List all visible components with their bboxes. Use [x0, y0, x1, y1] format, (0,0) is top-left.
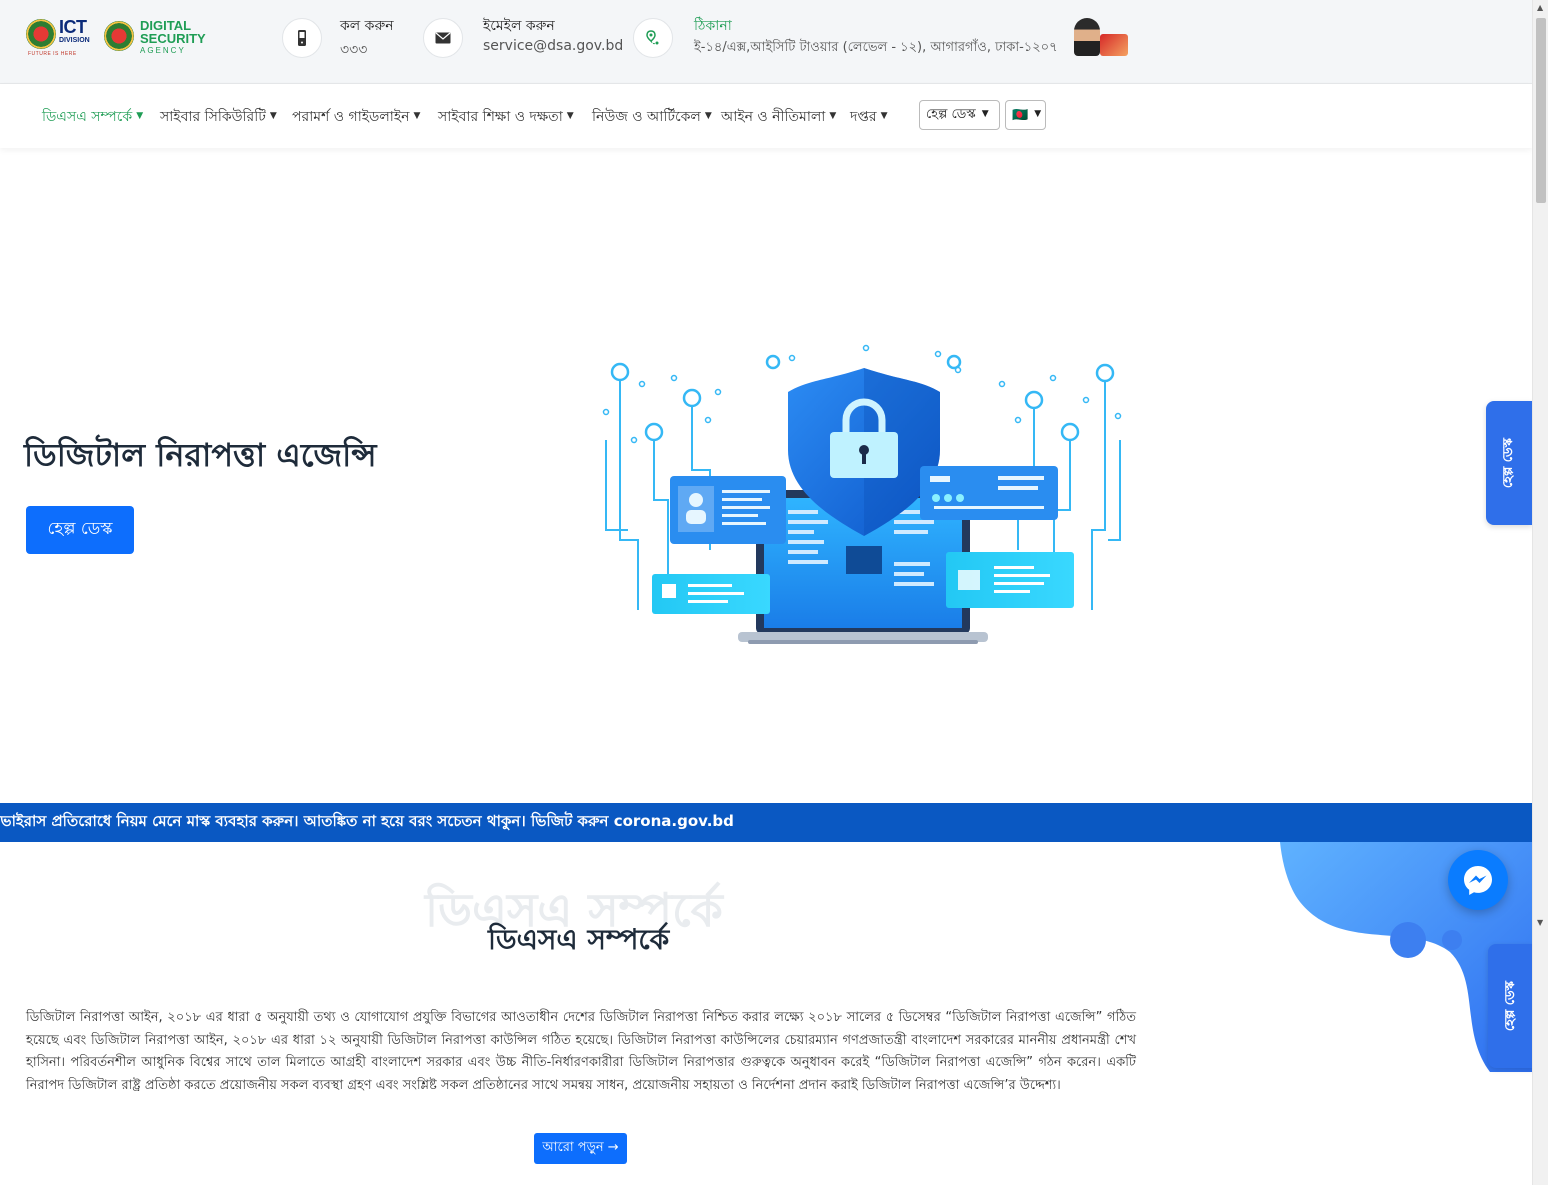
dsa-logo-line3: AGENCY	[140, 46, 186, 55]
chevron-down-icon: ▼	[1034, 109, 1042, 119]
bangladesh-emblem-icon	[26, 19, 56, 49]
nav-item-label: সাইবার সিকিউরিটি	[160, 109, 266, 125]
chevron-down-icon: ▼	[704, 111, 712, 121]
contact-address[interactable]: ঠিকানা ই-১৪/এক্স,আইসিটি টাওয়ার (লেভেল -…	[633, 14, 1063, 62]
call-title: কল করুন	[340, 18, 394, 34]
language-select[interactable]: 🇧🇩 ▼	[1005, 100, 1046, 130]
address-text: ই-১৪/এক্স,আইসিটি টাওয়ার (লেভেল - ১২), আ…	[694, 40, 1058, 55]
helpdesk-select[interactable]: হেল্প ডেস্ক ▼	[919, 100, 1000, 130]
scroll-down-arrow-icon[interactable]: ▼	[1537, 918, 1543, 927]
chevron-down-icon: ▼	[269, 111, 277, 121]
chevron-down-icon: ▼	[880, 111, 888, 121]
nav-item-label: সাইবার শিক্ষা ও দক্ষতা	[438, 109, 563, 125]
chevron-down-icon: ▼	[566, 111, 574, 121]
email-title: ইমেইল করুন	[483, 18, 555, 34]
language-flag-icon: 🇧🇩	[1012, 107, 1029, 123]
envelope-icon	[423, 18, 463, 58]
cyber-security-illustration	[602, 344, 1122, 644]
ict-logo-tagline: FUTURE IS HERE	[28, 51, 77, 57]
nav-item-office[interactable]: দপ্তর ▼	[850, 105, 887, 129]
nav-item-label: নিউজ ও আর্টিকেল	[592, 109, 701, 125]
about-description: ডিজিটাল নিরাপত্তা আইন, ২০১৮ এর ধারা ৫ অন…	[26, 1010, 1136, 1093]
contact-call[interactable]: কল করুন ৩৩৩	[282, 14, 402, 62]
chevron-down-icon: ▼	[136, 111, 144, 121]
side-helpdesk-tab-bottom[interactable]: হেল্প ডেস্ক	[1488, 944, 1534, 1068]
nav-item-news-articles[interactable]: নিউজ ও আর্টিকেল ▼	[592, 105, 712, 129]
messenger-icon	[1464, 866, 1492, 895]
ict-division-logo[interactable]: ICT DIVISION FUTURE IS HERE	[26, 17, 98, 59]
nav-item-label: দপ্তর	[850, 109, 877, 125]
ict-logo-sub: DIVISION	[59, 37, 90, 44]
messenger-chat-button[interactable]	[1448, 850, 1508, 910]
page-scrollbar[interactable]: ▲ ▼	[1532, 0, 1548, 1185]
nav-item-cyber-security[interactable]: সাইবার সিকিউরিটি ▼	[160, 105, 277, 129]
call-number[interactable]: ৩৩৩	[340, 38, 367, 62]
mujib-borsho-logo[interactable]	[1070, 16, 1130, 60]
mujib-borsho-badge-icon	[1100, 34, 1128, 56]
address-title: ঠিকানা	[694, 18, 732, 34]
hero-title: ডিজিটাল নিরাপত্তা এজেন্সি	[24, 436, 377, 474]
ict-logo-text: ICT	[59, 17, 87, 37]
map-pin-icon	[633, 18, 673, 58]
dsa-logo[interactable]: DIGITAL SECURITY AGENCY	[104, 17, 206, 59]
nav-item-guidelines[interactable]: পরামর্শ ও গাইডলাইন ▼	[292, 105, 420, 129]
phone-icon	[282, 18, 322, 58]
about-title: ডিএসএ সম্পর্কে	[488, 923, 670, 956]
read-more-button[interactable]: আরো পড়ুন →	[534, 1133, 627, 1164]
dsa-logo-line2: SECURITY	[140, 31, 206, 46]
side-helpdesk-tab-top[interactable]: হেল্প ডেস্ক	[1486, 401, 1532, 525]
nav-item-about-dsa[interactable]: ডিএসএ সম্পর্কে ▼	[42, 105, 143, 129]
ticker-text[interactable]: াভাইরাস প্রতিরোধে নিয়ম মেনে মাস্ক ব্যবহ…	[0, 810, 734, 835]
news-ticker: াভাইরাস প্রতিরোধে নিয়ম মেনে মাস্ক ব্যবহ…	[0, 803, 1532, 842]
main-nav: ডিএসএ সম্পর্কে ▼ সাইবার সিকিউরিটি ▼ পরামর্…	[0, 84, 1532, 148]
bangladesh-emblem-icon	[104, 21, 134, 51]
scroll-up-arrow-icon[interactable]: ▲	[1537, 3, 1543, 12]
chevron-down-icon: ▼	[413, 111, 421, 121]
top-header: ICT DIVISION FUTURE IS HERE DIGITAL SECU…	[0, 0, 1532, 84]
nav-item-label: আইন ও নীতিমালা	[721, 109, 826, 125]
nav-item-label: ডিএসএ সম্পর্কে	[42, 109, 133, 125]
helpdesk-select-value: হেল্প ডেস্ক	[926, 106, 976, 122]
contact-email[interactable]: ইমেইল করুন service@dsa.gov.bd	[423, 14, 623, 62]
nav-item-label: পরামর্শ ও গাইডলাইন	[292, 109, 410, 125]
portrait-image	[1074, 18, 1100, 56]
chevron-down-icon: ▼	[829, 111, 837, 121]
chevron-down-icon: ▼	[981, 109, 989, 119]
side-tab-label: হেল্প ডেস্ক	[1500, 437, 1516, 489]
nav-item-cyber-education[interactable]: সাইবার শিক্ষা ও দক্ষতা ▼	[438, 105, 574, 129]
scrollbar-thumb[interactable]	[1536, 18, 1546, 203]
hero-helpdesk-button[interactable]: হেল্প ডেস্ক	[26, 506, 134, 554]
nav-item-law-policy[interactable]: আইন ও নীতিমালা ▼	[721, 105, 836, 129]
page: ICT DIVISION FUTURE IS HERE DIGITAL SECU…	[0, 0, 1548, 1185]
email-address[interactable]: service@dsa.gov.bd	[483, 38, 623, 54]
side-tab-label: হেল্প ডেস্ক	[1502, 980, 1518, 1032]
